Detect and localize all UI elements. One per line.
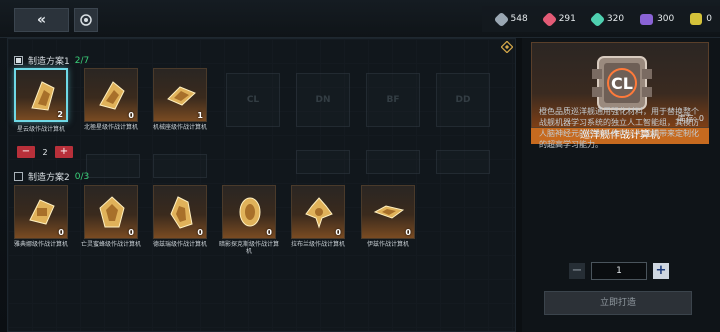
battle-computer-icon [305, 197, 333, 229]
item-label: 伊兹作战计算机 [366, 241, 409, 248]
item-count: 0 [197, 228, 203, 237]
resource-purple-gem: 300 [632, 9, 682, 29]
plan2-progress: 0/3 [74, 171, 90, 182]
battle-computer-icon [239, 197, 261, 227]
item-slot-plan1-3[interactable]: 1 [153, 68, 207, 122]
game-screen: « 548 291 320 300 0 制造方案1 2/7 CL DN BF D… [0, 0, 720, 332]
decrease-button[interactable]: − [17, 146, 35, 158]
item-slot-plan1-2[interactable]: 0 [84, 68, 138, 122]
decrease-quantity-button[interactable]: − [569, 263, 585, 279]
svg-text:CL: CL [611, 74, 633, 93]
crystal-icon [493, 11, 509, 27]
ghost-slot [153, 154, 207, 178]
item-detail-panel: CL 库存: 0 巡洋舰作战计算机 橙色品质巡洋舰通用强化材料，用于替换整个战舰… [522, 38, 720, 332]
item-count: 0 [266, 228, 272, 237]
quantity-stepper: − 1 + [569, 262, 669, 280]
item-slot-plan2-5[interactable]: 0 [291, 185, 345, 239]
plan1-header[interactable]: 制造方案1 2/7 [14, 54, 89, 67]
plan1-label: 制造方案1 [28, 57, 70, 67]
plan1-progress: 2/7 [74, 55, 90, 66]
item-label: 拉布兰级作战计算机 [290, 241, 345, 248]
item-label: 雅典娜级作战计算机 [13, 241, 68, 248]
increase-quantity-button[interactable]: + [653, 263, 669, 279]
item-count: 0 [58, 228, 64, 237]
ghost-slot: DD [436, 73, 490, 127]
ghost-slot: BF [366, 73, 420, 127]
resource-gold-cube: 0 [682, 9, 720, 29]
item-label: 暗影探克斯级作战计算机 [218, 241, 279, 255]
increase-button[interactable]: + [55, 146, 73, 158]
battle-computer-icon [99, 81, 125, 110]
top-bar: « 548 291 320 300 0 [0, 0, 720, 38]
ghost-slot: DN [296, 73, 350, 127]
item-slot-plan2-3[interactable]: 0 [153, 185, 207, 239]
red-gem-icon [541, 11, 557, 27]
item-count: 0 [128, 228, 134, 237]
item-label: 机械座级作战计算机 [152, 124, 207, 131]
resource-bar: 548 291 320 300 0 [481, 6, 720, 32]
ghost-slot [296, 150, 350, 174]
item-slot-plan2-6[interactable]: 0 [361, 185, 415, 239]
resource-value: 548 [510, 14, 528, 24]
plan2-label: 制造方案2 [28, 173, 70, 183]
ghost-slot [436, 150, 490, 174]
resource-value: 300 [657, 14, 675, 24]
item-slot-plan1-1[interactable]: 2 [14, 68, 68, 122]
resource-value: 320 [606, 14, 625, 24]
ghost-slot [366, 150, 420, 174]
item-count: 0 [405, 228, 411, 237]
plan2-checkbox[interactable] [14, 172, 23, 181]
battle-computer-icon [170, 196, 193, 229]
item-count: 1 [197, 111, 203, 120]
ghost-slot [86, 154, 140, 178]
stepper-value: 2 [42, 147, 48, 157]
item-count: 2 [57, 110, 63, 119]
resource-red-gem: 291 [536, 9, 584, 29]
ghost-slot: CL [226, 73, 280, 127]
home-button[interactable] [74, 8, 98, 32]
item-description: 橙色品质巡洋舰通用强化材料，用于替换整个战舰机器学习系统的独立人工智能组，其模仿… [539, 107, 699, 149]
battle-computer-icon [99, 196, 125, 228]
battle-computer-icon [29, 199, 55, 225]
filter-diamond-icon[interactable] [501, 41, 513, 53]
item-count: 0 [128, 111, 134, 120]
battle-computer-icon [374, 205, 404, 219]
item-slot-plan2-4[interactable]: 0 [222, 185, 276, 239]
build-now-button[interactable]: 立即打造 [544, 291, 692, 315]
plan1-quantity-stepper: − 2 + [17, 146, 73, 158]
plan2-header[interactable]: 制造方案2 0/3 [14, 170, 89, 183]
battle-computer-icon [167, 86, 196, 106]
item-label: 北極星级作战计算机 [83, 124, 138, 131]
plan1-checkbox[interactable] [14, 56, 23, 65]
green-gem-icon [589, 11, 606, 27]
item-label: 亡灵蜜蜂级作战计算机 [80, 241, 141, 248]
item-count: 0 [335, 228, 341, 237]
gold-cube-icon [690, 13, 703, 25]
back-button[interactable]: « [14, 8, 69, 32]
resource-value: 291 [558, 14, 576, 24]
battle-computer-icon [31, 81, 55, 111]
item-label: 德兹瑞级作战计算机 [152, 241, 207, 248]
home-icon [80, 14, 92, 26]
back-chevron-icon: « [36, 12, 47, 28]
item-label: 星云级作战计算机 [16, 126, 65, 133]
resource-green-gem: 320 [584, 9, 632, 29]
quantity-input[interactable]: 1 [591, 262, 647, 280]
resource-crystal: 548 [488, 9, 536, 29]
item-slot-plan2-1[interactable]: 0 [14, 185, 68, 239]
purple-gem-icon [640, 13, 654, 25]
item-slot-plan2-2[interactable]: 0 [84, 185, 138, 239]
resource-value: 0 [706, 14, 712, 24]
